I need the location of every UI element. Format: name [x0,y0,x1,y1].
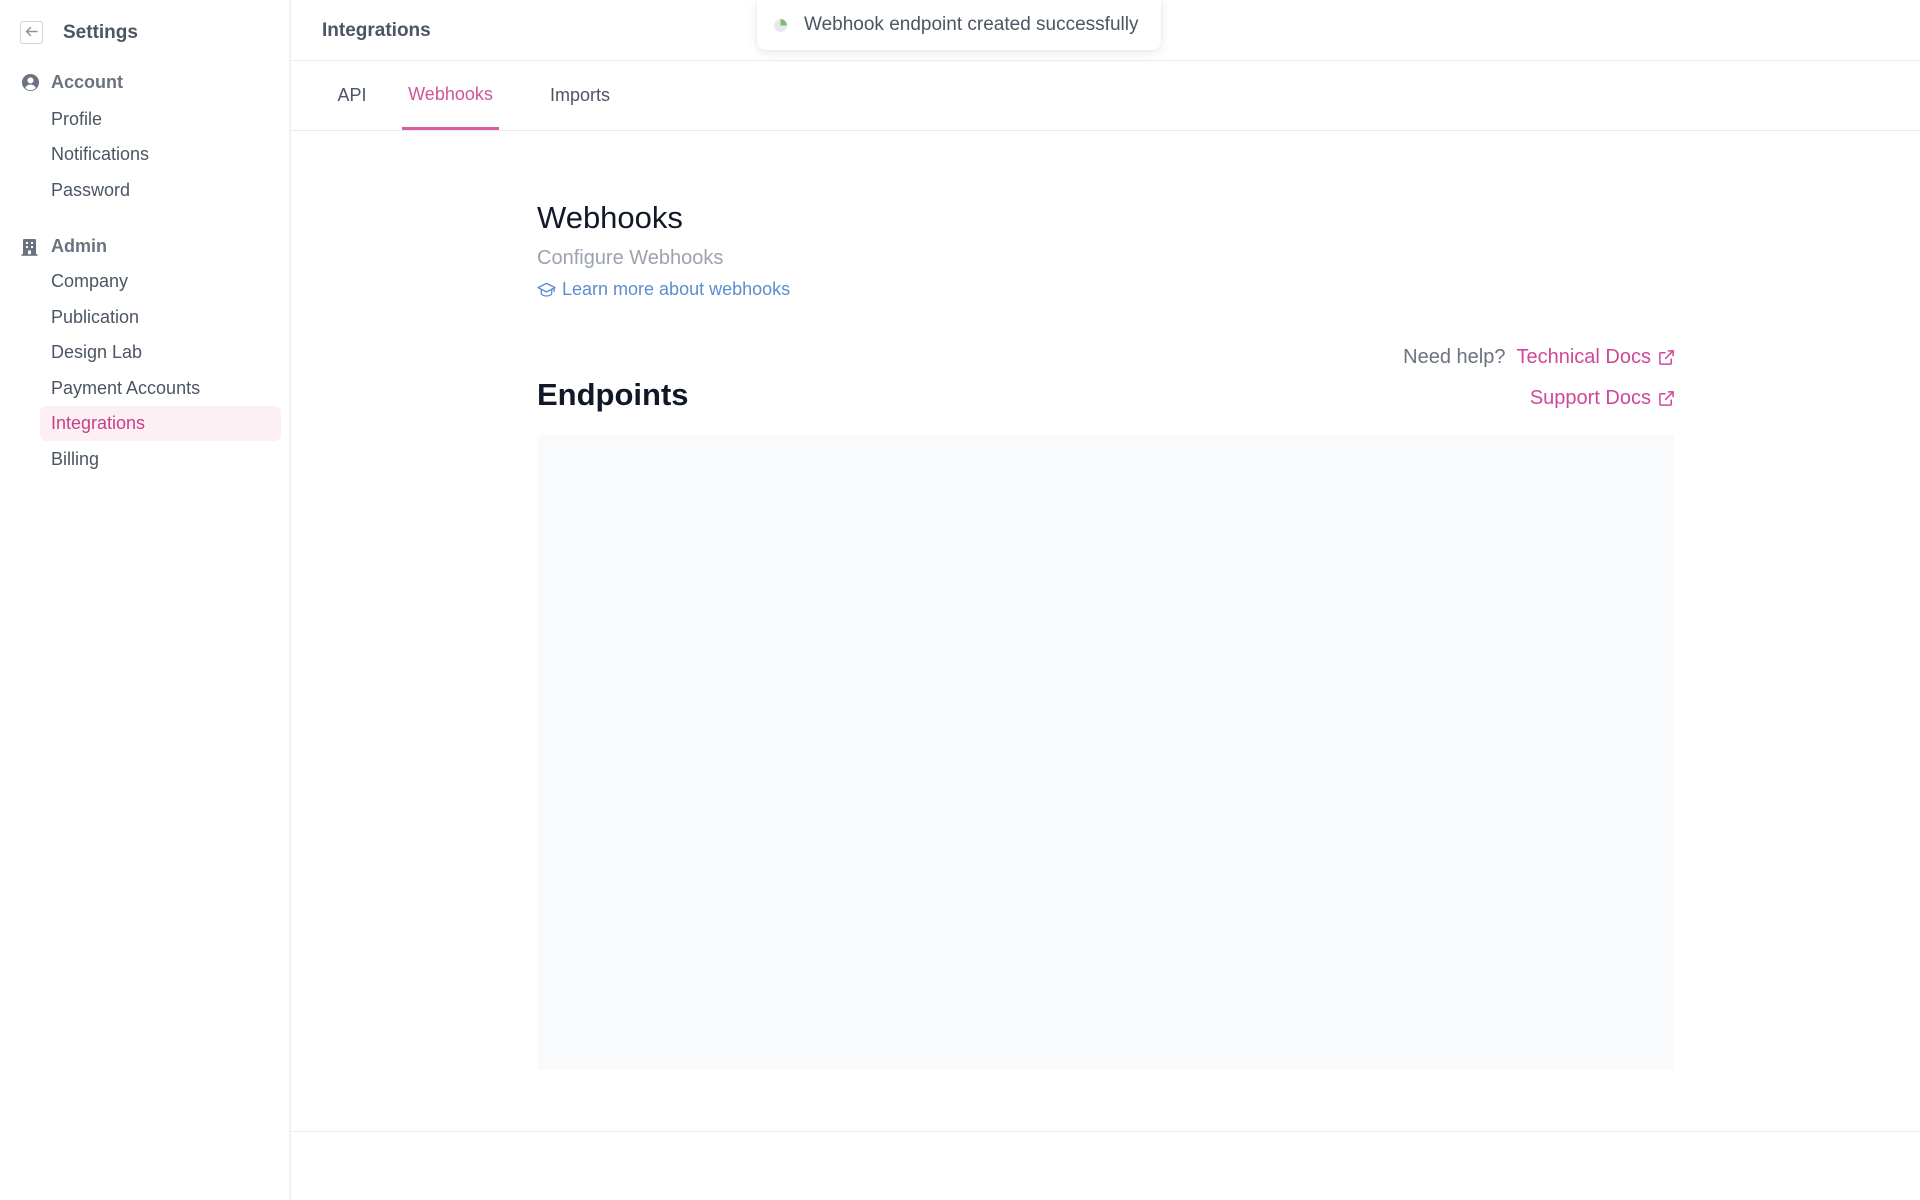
sidebar-item-notifications[interactable]: Notifications [40,137,281,172]
sidebar-group-account: Account [21,72,123,93]
sidebar-item-password[interactable]: Password [40,173,281,208]
sidebar-item-payment-accounts[interactable]: Payment Accounts [40,371,281,406]
external-link-icon [1658,349,1675,366]
learn-more-label: Learn more about webhooks [562,279,791,299]
help-label: Need help? [1403,346,1506,368]
support-docs-label: Support Docs [1529,387,1651,409]
sidebar-item-label: Billing [51,449,100,469]
building-icon [21,237,40,256]
support-docs-link[interactable]: Support Docs [1530,387,1675,410]
sidebar-item-company[interactable]: Company [40,264,281,299]
user-circle-icon [21,73,40,92]
arrow-left-icon [25,24,38,42]
settings-sidebar: Settings Account Profile Notifications P… [0,0,291,1200]
sidebar-item-label: Notifications [51,144,150,164]
tab-api[interactable]: API [322,61,382,130]
section-title: Webhooks [537,200,683,235]
sidebar-group-admin: Admin [21,236,107,257]
graduation-cap-icon [537,282,556,298]
tab-label: Imports [549,85,610,105]
sidebar-item-label: Design Lab [51,342,143,362]
toast-message: Webhook endpoint created successfully [804,14,1139,35]
footer-divider [291,1131,1920,1132]
sidebar-item-billing[interactable]: Billing [40,442,281,477]
sidebar-item-label: Company [51,271,129,291]
tab-label: API [337,85,367,105]
sidebar-item-integrations[interactable]: Integrations [40,406,281,441]
tab-label: Webhooks [408,83,493,104]
sidebar-group-label: Admin [51,236,107,256]
sidebar-item-design-lab[interactable]: Design Lab [40,335,281,370]
technical-docs-link[interactable]: Technical Docs [1516,346,1675,369]
loading-spinner-icon [774,18,787,32]
endpoints-title: Endpoints [537,377,689,412]
technical-docs-label: Technical Docs [1516,346,1651,368]
sidebar-item-label: Password [51,180,131,200]
tab-imports[interactable]: Imports [539,61,621,130]
sidebar-title: Settings [63,21,138,43]
sidebar-item-publication[interactable]: Publication [40,300,281,335]
sidebar-item-label: Payment Accounts [51,378,201,398]
tab-webhooks[interactable]: Webhooks [402,61,499,130]
section-subtitle: Configure Webhooks [537,247,724,269]
support-row: Support Docs [1530,387,1675,410]
page-title: Integrations [322,20,431,41]
sidebar-item-label: Profile [51,109,103,129]
sidebar-item-profile[interactable]: Profile [40,102,281,137]
integration-tabs: API Webhooks Imports [291,61,1920,131]
sidebar-item-label: Integrations [51,413,146,433]
main-content: Integrations Webhook endpoint created su… [291,0,1920,1200]
sidebar-header: Settings [20,21,138,44]
back-button[interactable] [20,21,43,44]
help-row: Need help? Technical Docs [1403,346,1675,369]
endpoints-panel [537,435,1674,1070]
learn-more-link[interactable]: Learn more about webhooks [537,279,790,300]
success-toast[interactable]: Webhook endpoint created successfully [757,0,1162,50]
external-link-icon [1658,390,1675,407]
sidebar-item-label: Publication [51,307,140,327]
sidebar-group-label: Account [51,72,123,92]
